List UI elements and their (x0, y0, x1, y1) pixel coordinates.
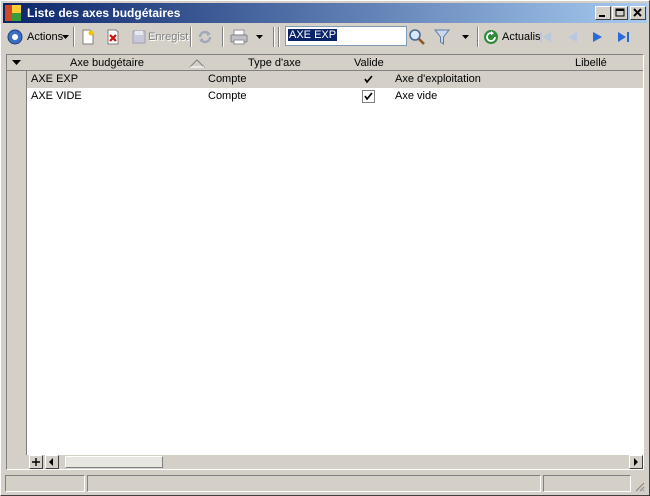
first-record-button[interactable] (539, 26, 553, 48)
row-header-column (7, 55, 27, 455)
magnifier-icon (409, 29, 425, 45)
close-button[interactable] (630, 6, 646, 20)
grid-header: Axe budgétaire Type d'axe Valide Libellé (27, 55, 643, 71)
chevron-down-icon (62, 34, 70, 39)
cell-axe: AXE VIDE (31, 90, 82, 102)
column-header-axe[interactable]: Axe budgétaire (70, 55, 190, 71)
toolbar-separator (73, 27, 75, 47)
save-icon (132, 30, 146, 44)
status-panel (543, 475, 631, 492)
toolbar-separator (477, 27, 479, 47)
grid-corner-menu[interactable] (7, 55, 27, 71)
toolbar-separator (278, 27, 280, 47)
arrow-left-icon (49, 458, 53, 466)
refresh-icon (484, 30, 498, 44)
app-window: Liste des axes budgétaires Actions Enreg… (0, 0, 650, 496)
sort-ascending-icon (189, 59, 205, 68)
chevron-down-icon (256, 34, 263, 39)
scroll-left-button[interactable] (45, 455, 59, 469)
sync-icon (198, 30, 212, 44)
actions-label: Actions (27, 31, 64, 43)
column-header-valide[interactable]: Valide (354, 55, 394, 71)
sync-button[interactable] (196, 26, 214, 48)
print-button[interactable] (230, 26, 263, 48)
column-header-type[interactable]: Type d'axe (248, 55, 328, 71)
last-record-button[interactable] (616, 26, 632, 48)
save-label: Enregist (148, 31, 189, 43)
status-bar (3, 473, 647, 493)
next-record-icon (593, 32, 602, 42)
scrollbar-thumb[interactable] (65, 456, 163, 468)
first-record-icon (540, 32, 551, 42)
new-button[interactable] (80, 26, 96, 48)
next-record-button[interactable] (591, 26, 605, 48)
previous-record-button[interactable] (565, 26, 579, 48)
actions-button[interactable]: Actions (7, 26, 70, 48)
column-header-libelle[interactable]: Libellé (575, 55, 635, 71)
cell-type: Compte (208, 73, 247, 85)
print-icon (230, 29, 248, 45)
last-record-icon (618, 32, 629, 42)
status-panel (5, 475, 85, 492)
table-row[interactable]: AXE VIDE Compte Axe vide (27, 88, 643, 105)
cell-libelle: Axe d'exploitation (395, 73, 481, 85)
cell-libelle: Axe vide (395, 90, 438, 102)
app-icon (5, 5, 21, 21)
toolbar: Actions Enregist AXE EXP Actualis (3, 25, 647, 49)
plus-icon (32, 458, 40, 466)
arrow-right-icon (634, 458, 638, 466)
refresh-button[interactable]: Actualis (483, 26, 541, 48)
resize-grip-icon[interactable] (633, 480, 645, 492)
horizontal-scrollbar[interactable] (7, 455, 643, 469)
maximize-icon (615, 8, 625, 17)
add-row-button[interactable] (29, 455, 43, 469)
save-button[interactable]: Enregist (131, 26, 188, 48)
toolbar-separator (273, 27, 275, 47)
search-input-value[interactable]: AXE EXP (288, 29, 338, 41)
status-panel (87, 475, 541, 492)
scroll-right-button[interactable] (629, 455, 643, 469)
new-document-icon (82, 29, 94, 45)
chevron-down-icon (462, 34, 469, 39)
previous-record-icon (568, 32, 577, 42)
minimize-button[interactable] (595, 6, 611, 20)
delete-icon (107, 29, 119, 45)
toolbar-separator (222, 27, 224, 47)
close-icon (633, 8, 642, 17)
toolbar-separator (190, 27, 192, 47)
chevron-down-icon (12, 60, 21, 65)
actions-circle-icon (7, 29, 23, 45)
valide-checkbox[interactable] (362, 73, 375, 86)
valide-checkbox[interactable] (362, 90, 375, 103)
search-button[interactable] (408, 26, 426, 48)
delete-button[interactable] (105, 26, 121, 48)
cell-type: Compte (208, 90, 247, 102)
refresh-label: Actualis (502, 31, 541, 43)
data-grid[interactable]: Axe budgétaire Type d'axe Valide Libellé… (6, 54, 644, 470)
filter-button[interactable] (434, 26, 469, 48)
minimize-icon (599, 15, 605, 17)
maximize-button[interactable] (612, 6, 628, 20)
filter-funnel-icon (434, 29, 450, 45)
search-field[interactable]: AXE EXP (285, 26, 407, 46)
cell-axe: AXE EXP (31, 73, 79, 85)
table-row[interactable]: AXE EXP Compte Axe d'exploitation (27, 71, 643, 88)
window-title: Liste des axes budgétaires (27, 6, 181, 20)
title-bar[interactable]: Liste des axes budgétaires (3, 3, 647, 23)
